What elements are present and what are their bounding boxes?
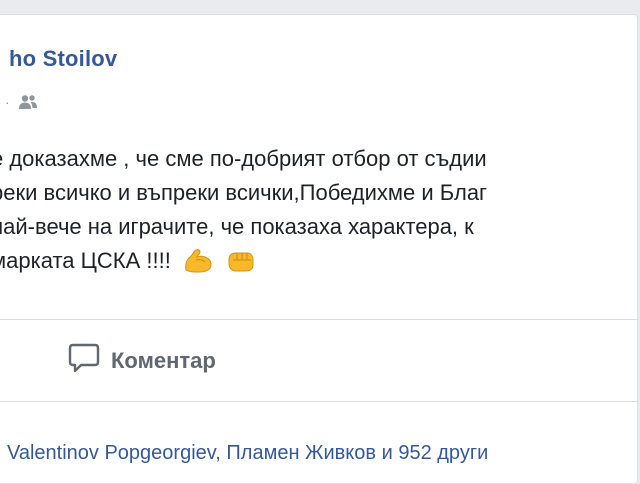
meta-dot: · [5,94,10,110]
post-text-line: е доказахме , че сме по-добрият отбор от… [0,146,487,171]
post-body: е доказахме , че сме по-добрият отбор от… [0,142,640,284]
friends-icon[interactable] [18,94,38,110]
reactions-summary[interactable]: Valentinov Popgeorgiev, Пламен Живков и … [7,442,488,465]
post-text-line: най-вече на играчите, че показаха характ… [0,214,474,239]
comment-icon [67,341,101,381]
post-text-line: реки всичко и въпреки всички,Победихме и… [0,180,488,205]
post-author-name[interactable]: ho Stoilov [9,46,117,72]
post-text-line-last: марката ЦСКА !!!! [0,244,640,284]
oncoming-fist-icon [225,248,255,284]
comment-label: Коментар [111,348,216,373]
actions-divider-top [0,319,639,320]
flexed-biceps-icon [183,248,213,284]
actions-divider-bottom [0,401,639,402]
post-text-line: марката ЦСКА !!!! [0,248,171,273]
post-card: ho Stoilov · е доказахме , че сме по-доб… [0,14,640,484]
post-meta: · [5,91,38,113]
comment-button[interactable]: Коментар [67,343,216,379]
